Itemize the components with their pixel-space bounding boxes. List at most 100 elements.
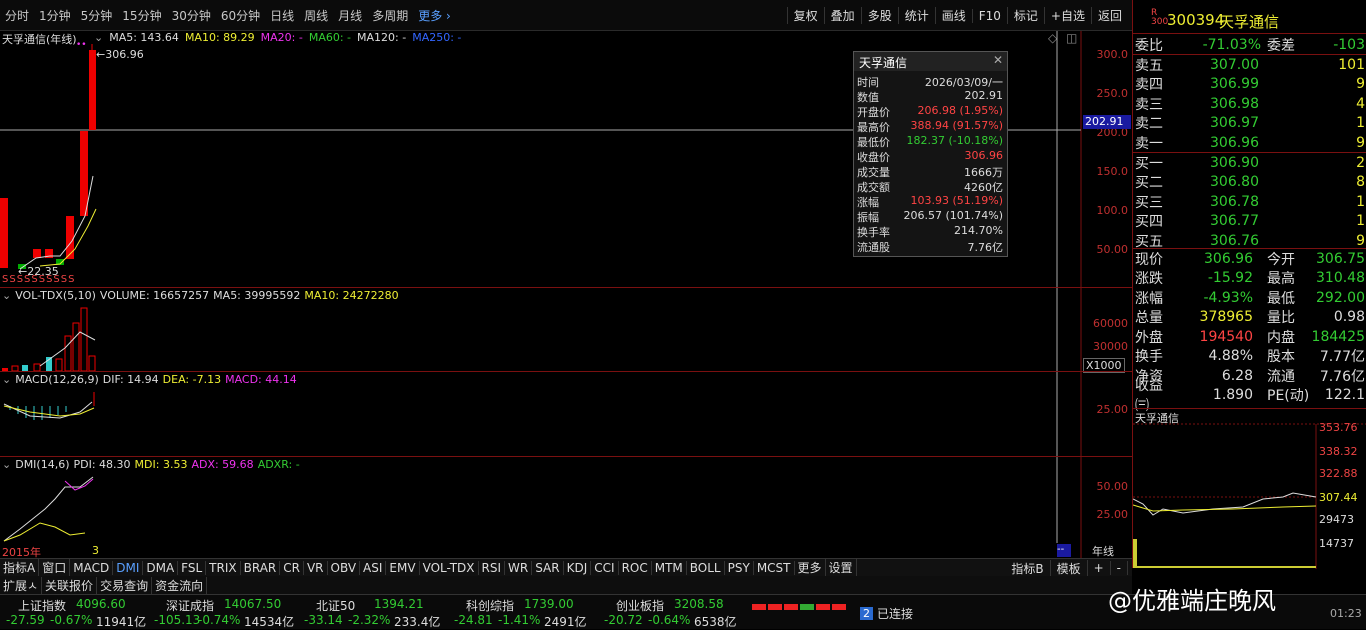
index-change: -20.72	[604, 613, 643, 627]
index-pct: -1.41%	[498, 613, 541, 627]
index-name[interactable]: 上证指数	[18, 597, 66, 614]
index-name[interactable]: 创业板指	[616, 597, 664, 614]
period-toolbar: 分时 1分钟 5分钟 15分钟 30分钟 60分钟 日线 周线 月线 多周期 更多 › 复权 叠加多…	[0, 0, 1132, 31]
indicator-tab[interactable]: TRIX	[206, 560, 241, 575]
toolbar-button[interactable]: 统计	[897, 7, 935, 24]
more-periods-button[interactable]: 更多 ›	[413, 7, 456, 24]
s-markers: SSSSSSSSSS	[2, 274, 76, 285]
macd-chart	[3, 372, 1082, 456]
period-tab[interactable]: 周线	[299, 7, 333, 24]
indicator-tab[interactable]: ROC	[619, 560, 652, 575]
index-value: 14067.50	[224, 597, 282, 611]
period-tab[interactable]: 60分钟	[216, 7, 265, 24]
toolbar-button[interactable]: 画线	[934, 7, 972, 24]
indicator-tab[interactable]: RSI	[479, 560, 506, 575]
indicator-tab[interactable]: BOLL	[687, 560, 725, 575]
indicator-tab[interactable]: SAR	[532, 560, 564, 575]
indicator-tab[interactable]: CR	[280, 560, 304, 575]
y-tick-label: 60000	[1093, 317, 1128, 330]
macd-panel: ⌄ MACD(12,26,9) DIF: 14.94 DEA: -7.13 MA…	[0, 372, 1132, 456]
sub-tab[interactable]: 扩展ㅅ	[0, 576, 43, 594]
volume-panel: ⌄ VOL-TDX(5,10) VOLUME: 16657257 MA5: 39…	[0, 288, 1132, 373]
market-breadth-bars	[752, 604, 846, 610]
quote-stat-row: 外盘 194540 内盘 184425	[1135, 328, 1365, 346]
quote-stat-row: 总量 378965 量比 0.98	[1135, 309, 1365, 326]
sub-tabs: 扩展ㅅ 关联报价 交易查询 资金流向	[0, 576, 1132, 594]
order-book-row: 买一 306.90 2	[1135, 154, 1365, 172]
period-tab[interactable]: 多周期	[367, 7, 413, 24]
watermark: @优雅端庄晚风	[1108, 587, 1276, 615]
status-bar: 上证指数 4096.60 -27.59 -0.67% 11941亿 深证成指 14067.5…	[0, 587, 1366, 629]
order-book-row: 买四 306.77 1	[1135, 213, 1365, 230]
period-tab[interactable]: 月线	[333, 7, 367, 24]
data-window-row: 最低价 182.37 (-10.18%)	[857, 134, 1003, 149]
indicator-control[interactable]: 模板	[1051, 559, 1088, 577]
period-tab[interactable]: 15分钟	[117, 7, 166, 24]
period-tab[interactable]: 30分钟	[167, 7, 216, 24]
toolbar-button[interactable]: 复权	[786, 7, 824, 24]
indicator-control[interactable]: +	[1088, 561, 1111, 575]
index-change: -24.81	[454, 613, 493, 627]
indicator-tab[interactable]: DMI	[113, 560, 144, 575]
indicator-tab[interactable]: EMV	[386, 560, 420, 575]
candle	[0, 198, 8, 268]
indicator-tab[interactable]: OBV	[328, 560, 361, 575]
indicator-tab[interactable]: PSY	[725, 560, 754, 575]
y-tick-label: 50.00	[1096, 480, 1129, 493]
period-tab[interactable]: 日线	[265, 7, 299, 24]
index-amount: 233.4亿	[394, 615, 441, 629]
indicator-tab[interactable]: VR	[304, 560, 328, 575]
indicator-tab[interactable]: DMA	[143, 560, 179, 575]
index-value: 1394.21	[374, 597, 424, 611]
sub-tab[interactable]: 资金流向	[152, 576, 208, 594]
period-tab[interactable]: 分时	[0, 7, 34, 24]
indicator-tab[interactable]: VOL-TDX	[420, 560, 479, 575]
mini-y-tick: 307.44	[1319, 491, 1358, 504]
toolbar-button[interactable]: F10	[971, 8, 1007, 23]
period-tab[interactable]: 1分钟	[34, 7, 76, 24]
stock-code: 300394	[1167, 11, 1225, 29]
indicator-tab[interactable]: BRAR	[241, 560, 281, 575]
mini-intraday-chart: 天孚通信 353.76 338.32 322.88 307.44 29473 14737	[1132, 408, 1366, 569]
indicator-tab[interactable]: KDJ	[564, 560, 592, 575]
index-value: 4096.60	[76, 597, 126, 611]
sub-tab[interactable]: 交易查询	[97, 576, 153, 594]
indicator-control[interactable]: -	[1111, 561, 1128, 575]
indicator-tab[interactable]: 指标A	[0, 559, 40, 576]
indicator-tab[interactable]: FSL	[178, 560, 207, 575]
data-window-row: 流通股 7.76亿	[857, 241, 1003, 254]
period-label[interactable]: 年线	[1092, 543, 1114, 559]
data-window-row: 收盘价 306.96	[857, 149, 1003, 164]
indicator-tab[interactable]: CCI	[591, 560, 619, 575]
toolbar-button[interactable]: +自选	[1043, 7, 1091, 24]
index-name[interactable]: 科创综指	[466, 597, 514, 614]
data-window-row: 数值 202.91	[857, 89, 1003, 104]
sub-tab[interactable]: 关联报价	[42, 576, 98, 594]
index-change: -27.59	[6, 613, 45, 627]
data-window-row: 时间 2026/03/09/一	[857, 76, 1003, 89]
indicator-tab[interactable]: 更多	[795, 559, 826, 576]
index-name[interactable]: 北证50	[316, 597, 355, 614]
toolbar-button[interactable]: 叠加	[823, 7, 861, 24]
indicator-tab[interactable]: ASI	[360, 560, 387, 575]
y-tick-label: 250.0	[1096, 87, 1129, 100]
close-icon[interactable]: ✕	[993, 53, 1003, 67]
indicator-tab[interactable]: MCST	[754, 560, 795, 575]
indicator-tab[interactable]: MACD	[70, 560, 114, 575]
indicator-tab[interactable]: 设置	[826, 559, 857, 576]
indicator-tab[interactable]: 窗口	[39, 559, 71, 576]
toolbar-button[interactable]: 标记	[1006, 7, 1044, 24]
connection-status[interactable]: 2 已连接	[860, 605, 913, 622]
quote-stat-row: 换手 4.88% 股本 7.77亿	[1135, 348, 1365, 365]
order-book-row: 卖三 306.98 4	[1135, 95, 1365, 113]
mini-y-tick: 322.88	[1319, 467, 1358, 480]
toolbar-button[interactable]: 返回	[1090, 7, 1128, 24]
toolbar-button[interactable]: 多股	[860, 7, 898, 24]
period-tab[interactable]: 5分钟	[76, 7, 118, 24]
indicator-control[interactable]: 指标B	[1005, 559, 1051, 577]
indicator-tab[interactable]: WR	[505, 560, 533, 575]
indicator-tab[interactable]: MTM	[652, 560, 687, 575]
order-book-row: 卖二 306.97 1	[1135, 115, 1365, 132]
index-name[interactable]: 深证成指	[166, 597, 214, 614]
data-window-row: 涨幅 103.93 (51.19%)	[857, 194, 1003, 209]
